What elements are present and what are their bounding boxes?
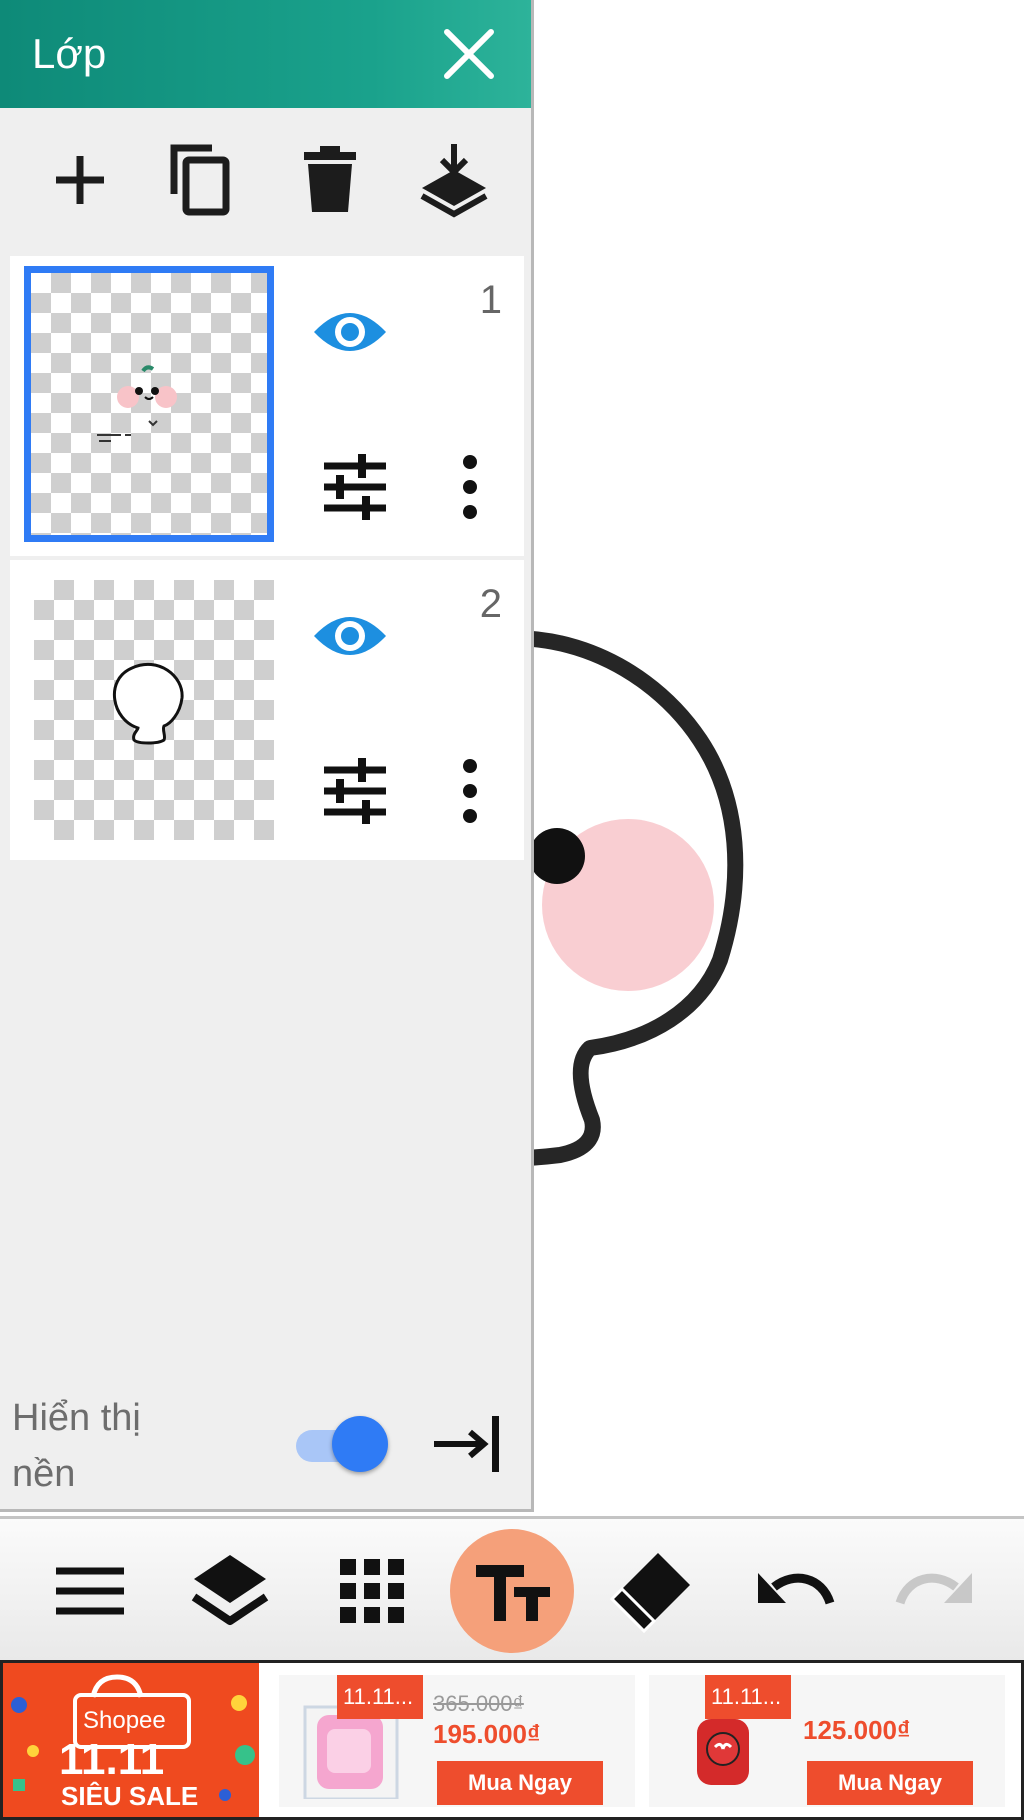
bottom-toolbar — [0, 1516, 1024, 1660]
logo-sale-text: SIÊU SALE — [61, 1781, 199, 1811]
app-root: Lớp 1 2 Hiển thị nền Shopee 11.11 SIÊU S… — [0, 0, 1024, 1820]
layer-toolbar — [0, 108, 531, 256]
layers-panel: Lớp 1 2 Hiển thị nền — [0, 0, 534, 1512]
ad-banner[interactable]: Shopee 11.11 SIÊU SALE 11.11... 365.000₫… — [0, 1660, 1024, 1820]
layer-2-preview — [113, 662, 184, 745]
layer-settings-button-2[interactable] — [320, 756, 390, 826]
visibility-toggle-1[interactable] — [310, 302, 390, 362]
layer-row-1[interactable]: 1 — [10, 256, 524, 556]
text-icon — [476, 1565, 550, 1621]
add-layer-icon — [56, 156, 104, 204]
buy-now-button[interactable]: Mua Ngay — [437, 1761, 603, 1805]
close-icon — [444, 29, 494, 79]
arrow-right-to-line-icon — [434, 1416, 499, 1472]
undo-icon — [758, 1573, 835, 1605]
sale-price: 125.000₫ — [803, 1715, 911, 1745]
switch-knob — [332, 1416, 388, 1472]
logo-date: 11.11 — [59, 1735, 165, 1784]
layer-row-2[interactable]: 2 — [10, 560, 524, 860]
shopee-logo[interactable]: Shopee 11.11 SIÊU SALE — [3, 1663, 259, 1817]
ad-product-card-1[interactable]: 11.11... 365.000₫ 195.000₫ Mua Ngay — [279, 1675, 635, 1807]
panel-title: Lớp — [32, 30, 107, 77]
undo-button[interactable] — [744, 1541, 844, 1641]
collapse-panel-button[interactable] — [432, 1414, 502, 1474]
sliders-icon — [324, 454, 386, 520]
layer-number: 2 — [479, 582, 502, 626]
add-layer-button[interactable] — [40, 140, 120, 220]
merge-down-button[interactable] — [414, 140, 494, 220]
eraser-button[interactable] — [602, 1541, 702, 1641]
ad-product-card-2[interactable]: 11.11... 125.000₫ Mua Ngay — [649, 1675, 1005, 1807]
menu-icon — [56, 1567, 124, 1615]
background-visibility-label: Hiển thị nền — [12, 1397, 141, 1495]
sliders-icon — [324, 758, 386, 824]
layer-number: 1 — [479, 278, 502, 322]
duplicate-layer-button[interactable] — [162, 140, 242, 220]
delete-layer-icon — [304, 146, 356, 212]
eye-icon — [314, 617, 386, 655]
more-vert-icon — [463, 759, 477, 823]
grid-button[interactable] — [322, 1541, 422, 1641]
layer-thumbnail[interactable] — [34, 580, 274, 840]
layer-1-preview — [97, 365, 177, 442]
buy-now-button[interactable]: Mua Ngay — [807, 1761, 973, 1805]
redo-button[interactable] — [886, 1541, 986, 1641]
duplicate-layer-icon — [170, 144, 230, 216]
old-price: 365.000₫ — [433, 1691, 524, 1716]
sale-price: 195.000₫ — [433, 1719, 541, 1749]
background-visibility-switch[interactable] — [296, 1412, 388, 1476]
layers-icon — [191, 1555, 269, 1625]
more-vert-icon — [463, 455, 477, 519]
close-button[interactable] — [441, 26, 497, 82]
merge-down-icon — [420, 144, 488, 218]
visibility-toggle-2[interactable] — [310, 606, 390, 666]
eye-icon — [314, 313, 386, 351]
layer-settings-button-1[interactable] — [320, 452, 390, 522]
sale-tag: 11.11... — [337, 1675, 423, 1719]
eraser-icon — [609, 1553, 690, 1634]
layer-more-button-1[interactable] — [450, 452, 490, 522]
logo-brand: Shopee — [83, 1707, 166, 1734]
layer-thumbnail-selected[interactable] — [24, 266, 274, 542]
redo-icon — [895, 1573, 972, 1605]
layers-button[interactable] — [180, 1541, 280, 1641]
sale-tag: 11.11... — [705, 1675, 791, 1719]
panel-header: Lớp — [0, 0, 531, 108]
grid-icon — [340, 1559, 404, 1623]
layer-more-button-2[interactable] — [450, 756, 490, 826]
delete-layer-button[interactable] — [290, 140, 370, 220]
text-tool-button[interactable] — [450, 1529, 574, 1653]
menu-button[interactable] — [40, 1541, 140, 1641]
